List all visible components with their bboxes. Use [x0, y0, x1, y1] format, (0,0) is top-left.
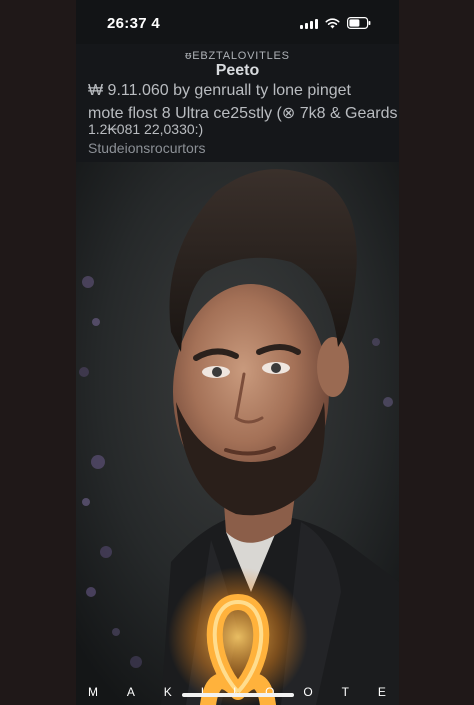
status-bar: 26:37 4: [76, 0, 399, 44]
brand-letter: M: [88, 685, 99, 699]
header-meta-line-3: 1.2₭081 22,0330:): [88, 121, 204, 137]
phone-screen: 26:37 4 ᵿEBZTALOVITLES Peeto ₩ 9.11.060 …: [76, 0, 399, 705]
brand-letter: A: [126, 685, 136, 699]
home-indicator[interactable]: [182, 693, 294, 697]
brand-letter: E: [377, 685, 387, 699]
right-backdrop: [399, 0, 474, 705]
brand-letter: O: [303, 685, 314, 699]
status-icons: [300, 16, 371, 30]
header-subtitle[interactable]: Studeionsrocurtors: [88, 140, 206, 156]
header-eyebrow: ᵿEBZTALOVITLES: [185, 50, 290, 62]
brand-letter: K: [163, 685, 173, 699]
portrait-image[interactable]: [76, 162, 399, 705]
header-meta-line-2: mote flost 8 Ultra ce25stly (⊗ 7k8 & Gea…: [88, 105, 398, 122]
header-meta-line-1: ₩ 9.11.060 by genruall ty lone pinget: [88, 82, 351, 99]
brand-letter: T: [341, 685, 350, 699]
cellular-signal-icon: [300, 18, 318, 29]
battery-icon: [347, 17, 371, 29]
left-backdrop: [0, 0, 76, 705]
post-header: ᵿEBZTALOVITLES Peeto ₩ 9.11.060 by genru…: [76, 44, 399, 162]
header-title: Peeto: [215, 62, 260, 79]
status-time: 26:37 4: [107, 15, 160, 32]
wifi-icon: [325, 17, 340, 29]
